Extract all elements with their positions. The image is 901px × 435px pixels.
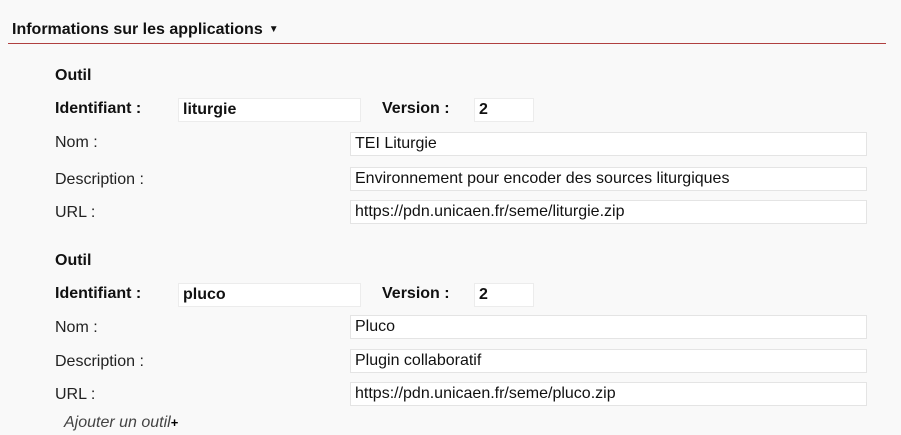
identifier-field[interactable]: pluco bbox=[178, 283, 361, 307]
tool-heading: Outil bbox=[55, 67, 92, 84]
add-tool-label: Ajouter un outil bbox=[64, 414, 171, 431]
plus-icon: + bbox=[170, 415, 179, 430]
identifier-field[interactable]: liturgie bbox=[178, 98, 361, 122]
url-field[interactable]: https://pdn.unicaen.fr/seme/liturgie.zip bbox=[350, 200, 867, 224]
version-label: Version : bbox=[382, 100, 450, 117]
version-label: Version : bbox=[382, 285, 450, 302]
description-field[interactable]: Environnement pour encoder des sources l… bbox=[350, 167, 867, 191]
applications-panel: Informations sur les applications ▼ Outil… bbox=[0, 0, 901, 435]
description-label: Description : bbox=[55, 353, 144, 370]
description-field[interactable]: Plugin collaboratif bbox=[350, 349, 867, 373]
url-field[interactable]: https://pdn.unicaen.fr/seme/pluco.zip bbox=[350, 382, 867, 406]
identifier-label: Identifiant : bbox=[55, 285, 142, 302]
version-field[interactable]: 2 bbox=[474, 283, 534, 307]
caret-down-icon: ▼ bbox=[268, 24, 279, 35]
url-label: URL : bbox=[55, 204, 96, 221]
add-tool-button[interactable]: Ajouter un outil+ bbox=[64, 414, 178, 432]
description-label: Description : bbox=[55, 171, 144, 188]
url-label: URL : bbox=[55, 386, 96, 403]
tool-heading: Outil bbox=[55, 252, 92, 269]
identifier-label: Identifiant : bbox=[55, 100, 142, 117]
name-label: Nom : bbox=[55, 134, 98, 151]
name-label: Nom : bbox=[55, 319, 98, 336]
section-title: Informations sur les applications bbox=[12, 21, 263, 38]
section-toggle[interactable]: Informations sur les applications ▼ bbox=[12, 21, 279, 39]
name-field[interactable]: TEI Liturgie bbox=[350, 132, 867, 156]
name-field[interactable]: Pluco bbox=[350, 315, 867, 339]
version-field[interactable]: 2 bbox=[474, 98, 534, 122]
